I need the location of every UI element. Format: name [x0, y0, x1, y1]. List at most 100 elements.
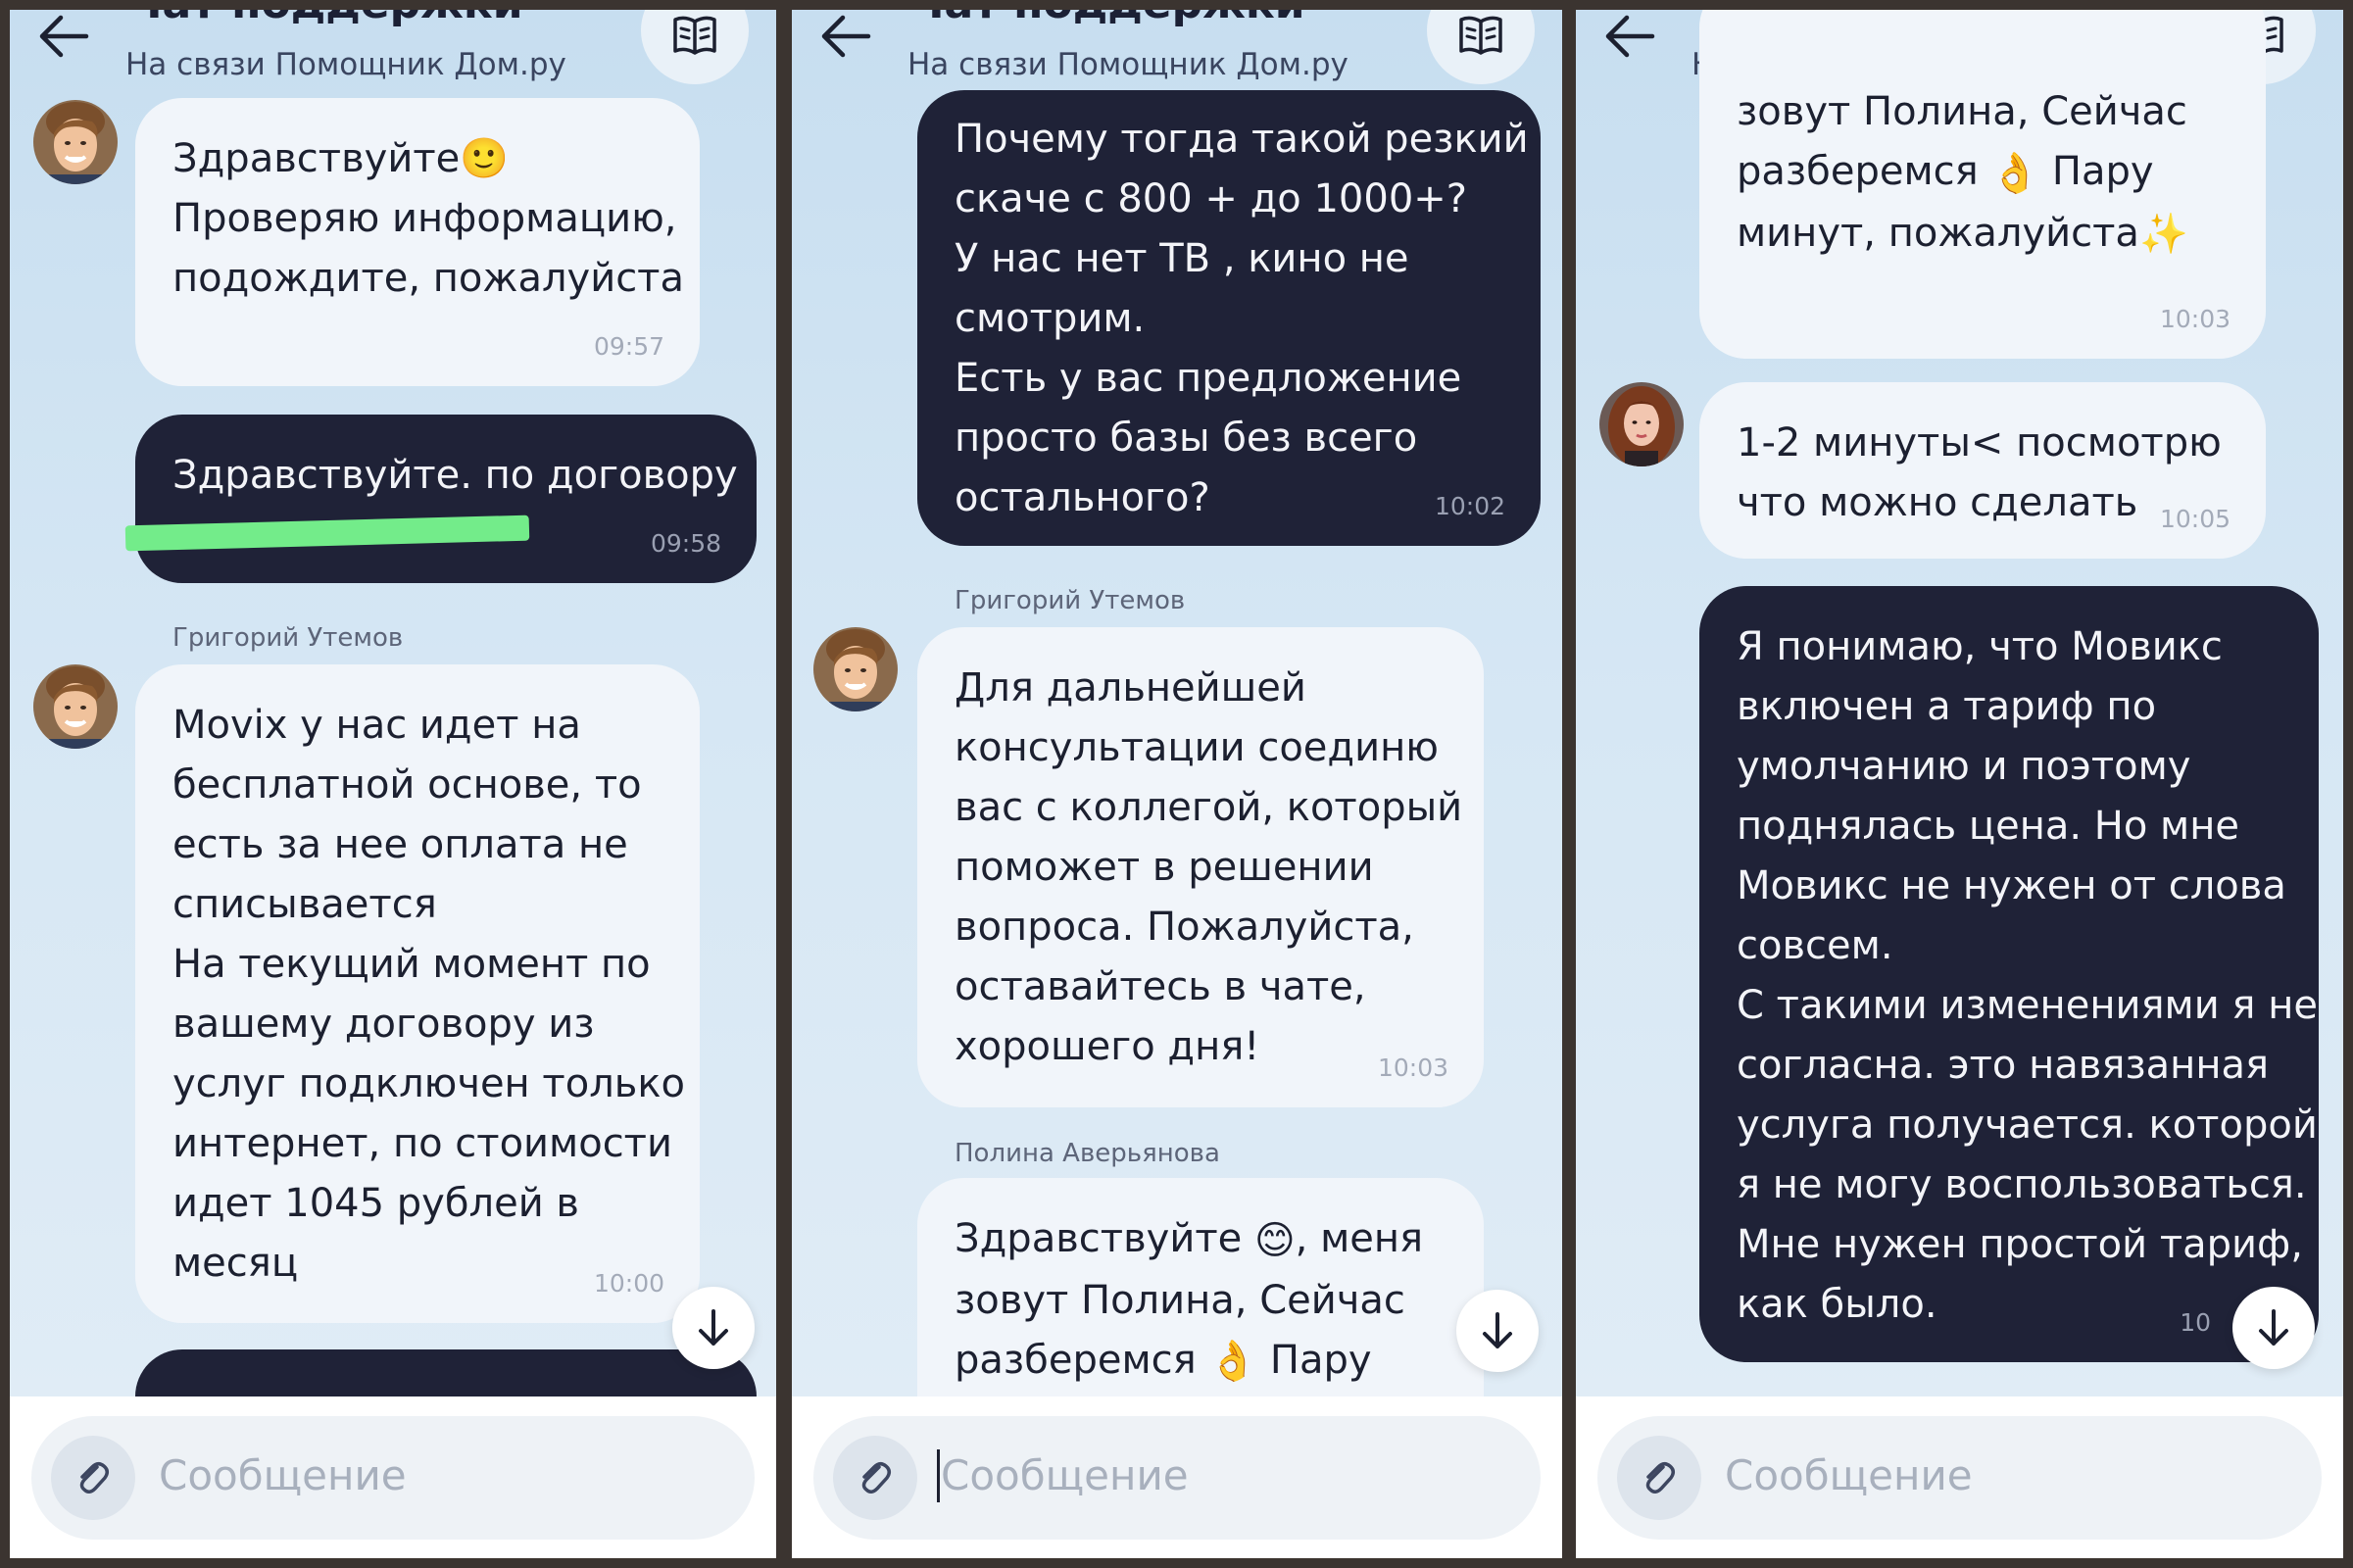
chat-panel-3: Чат поддержки На связи Помощник Дом.ру з… [1576, 10, 2343, 1558]
message-text: минут, пожалуйста [1737, 210, 2139, 256]
message-field[interactable] [1597, 1416, 2322, 1540]
sender-name: Полина Аверьянова [955, 1139, 1220, 1168]
message-line: согласна. это навязанная [1737, 1043, 2270, 1088]
scroll-down-button[interactable] [2232, 1287, 2315, 1369]
message-line: Здравствуйте 😊, меня [955, 1209, 1446, 1271]
message-line: поможет в решении [955, 845, 1374, 890]
attach-button[interactable] [1617, 1436, 1701, 1520]
message-time: 10:03 [2159, 305, 2230, 333]
message-line: разберемся 👌 Пару [955, 1331, 1446, 1393]
message-line: зовут Полина, Сейчас [955, 1277, 1405, 1323]
back-arrow-icon[interactable] [1603, 12, 1656, 61]
message-field[interactable] [31, 1416, 755, 1540]
message-line: остального? [955, 475, 1210, 520]
message-line: что можно сделать [1737, 480, 2138, 525]
message-time: 09:58 [650, 529, 721, 558]
chat-panel-2: Чат поддержки На связи Помощник Дом.ру П… [792, 10, 1562, 1558]
message-line: оставайтесь в чате, [955, 964, 1366, 1009]
chat-title: Чат поддержки [909, 10, 1305, 28]
agent-avatar [33, 664, 118, 749]
smile-emoji-icon: 😊 [1253, 1217, 1296, 1263]
chat-header: Чат поддержки На связи Помощник Дом.ру [10, 10, 776, 93]
paperclip-icon [1639, 1457, 1680, 1498]
message-composer [1576, 1396, 2343, 1558]
message-time: 10 [2180, 1308, 2211, 1337]
message-line: интернет, по стоимости [172, 1121, 672, 1166]
message-text: Пару [1257, 1337, 1372, 1383]
incoming-message: зовут Полина, Сейчас разберемся 👌 Пару м… [1699, 10, 2266, 359]
sender-name: Григорий Утемов [172, 623, 404, 653]
attach-button[interactable] [833, 1436, 917, 1520]
message-time: 10:05 [2159, 505, 2230, 533]
scroll-down-button[interactable] [672, 1287, 755, 1369]
message-line: есть за нее оплата не [172, 822, 628, 867]
message-line: Проверяю информацию, [172, 196, 677, 241]
message-text: разберемся [1737, 149, 1979, 194]
message-line: У нас нет ТВ , кино не [955, 236, 1409, 281]
message-line: Я понимаю, что Мовикс [1737, 624, 2223, 669]
message-line: вашему договору из [172, 1002, 595, 1047]
message-line: зовут Полина, Сейчас [1737, 89, 2187, 134]
attach-button[interactable] [51, 1436, 135, 1520]
back-arrow-icon[interactable] [819, 12, 872, 61]
sender-name: Григорий Утемов [955, 586, 1186, 615]
scroll-down-button[interactable] [1456, 1290, 1539, 1372]
incoming-message: Здравствуйте🙂 Проверяю информацию, подож… [135, 98, 700, 386]
message-line: Здравствуйте🙂 [172, 136, 510, 181]
outgoing-message: Я понимаю, что Мовикс включен а тариф по… [1699, 586, 2319, 1362]
message-line: Мне нужен простой тариф, [1737, 1222, 2303, 1267]
chat-subtitle: На связи Помощник Дом.ру [125, 47, 566, 82]
message-line: месяц [172, 1241, 299, 1286]
message-input[interactable] [941, 1451, 1450, 1499]
message-composer [792, 1396, 1562, 1558]
message-input[interactable] [159, 1451, 668, 1499]
message-line: совсем. [1737, 923, 1893, 968]
manual-button[interactable] [1427, 10, 1535, 84]
agent-avatar [813, 627, 898, 711]
manual-button[interactable] [641, 10, 749, 84]
message-line: Мовикс не нужен от слова [1737, 863, 2286, 908]
message-time: 10:03 [1377, 1054, 1448, 1082]
book-icon [1458, 14, 1503, 57]
message-line: консультации соединю [955, 725, 1439, 770]
message-line: хорошего дня! [955, 1024, 1260, 1069]
message-line: умолчанию и поэтому [1737, 744, 2191, 789]
message-line: услуга получается. которой [1737, 1102, 2318, 1148]
message-time: 10:00 [593, 1269, 664, 1298]
message-line: Почему тогда такой резкий [955, 117, 1529, 162]
incoming-message: Movix у нас идет на бесплатной основе, т… [135, 664, 700, 1323]
back-arrow-icon[interactable] [37, 12, 90, 61]
message-line: Есть у вас предложение [955, 356, 1462, 401]
message-line: Здравствуйте. по договору [172, 453, 738, 498]
message-line: поднялась цена. Но мне [1737, 804, 2239, 849]
message-line: включен а тариф по [1737, 684, 2157, 729]
message-line: 1-2 минуты< посмотрю [1737, 420, 2222, 466]
message-line: разберемся 👌 Пару [1737, 142, 2229, 204]
sparkles-emoji-icon: ✨ [2138, 212, 2188, 257]
message-line: смотрим. [955, 296, 1146, 341]
message-text: разберемся [955, 1337, 1197, 1383]
text-caret [937, 1449, 940, 1502]
message-line: Movix у нас идет на [172, 703, 581, 748]
message-line: С такими изменениями я не [1737, 983, 2318, 1028]
message-line: На текущий момент по [172, 942, 651, 987]
message-line: вас с коллегой, который [955, 785, 1463, 830]
book-icon [672, 14, 717, 57]
outgoing-message: Здравствуйте. по договору 09:58 [124, 415, 757, 583]
chat-panel-1: Чат поддержки На связи Помощник Дом.ру З… [10, 10, 776, 1558]
ok-hand-emoji-icon: 👌 [1990, 150, 2040, 196]
message-line: я не могу воспользоваться. [1737, 1162, 2307, 1207]
message-line: подождите, пожалуйста [172, 256, 684, 301]
message-line: идет 1045 рублей в [172, 1181, 579, 1226]
message-line: списывается [172, 882, 437, 927]
message-input[interactable] [1725, 1451, 2234, 1499]
incoming-message: 1-2 минуты< посмотрю что можно сделать 1… [1699, 382, 2266, 559]
message-time: 10:02 [1434, 492, 1505, 520]
message-line: просто базы без всего [955, 416, 1418, 461]
message-line: Для дальнейшей [955, 665, 1306, 710]
redaction-marker [124, 514, 530, 552]
message-text: Здравствуйте [955, 1216, 1243, 1261]
message-field[interactable] [813, 1416, 1541, 1540]
paperclip-icon [855, 1457, 896, 1498]
message-line: бесплатной основе, то [172, 762, 642, 808]
